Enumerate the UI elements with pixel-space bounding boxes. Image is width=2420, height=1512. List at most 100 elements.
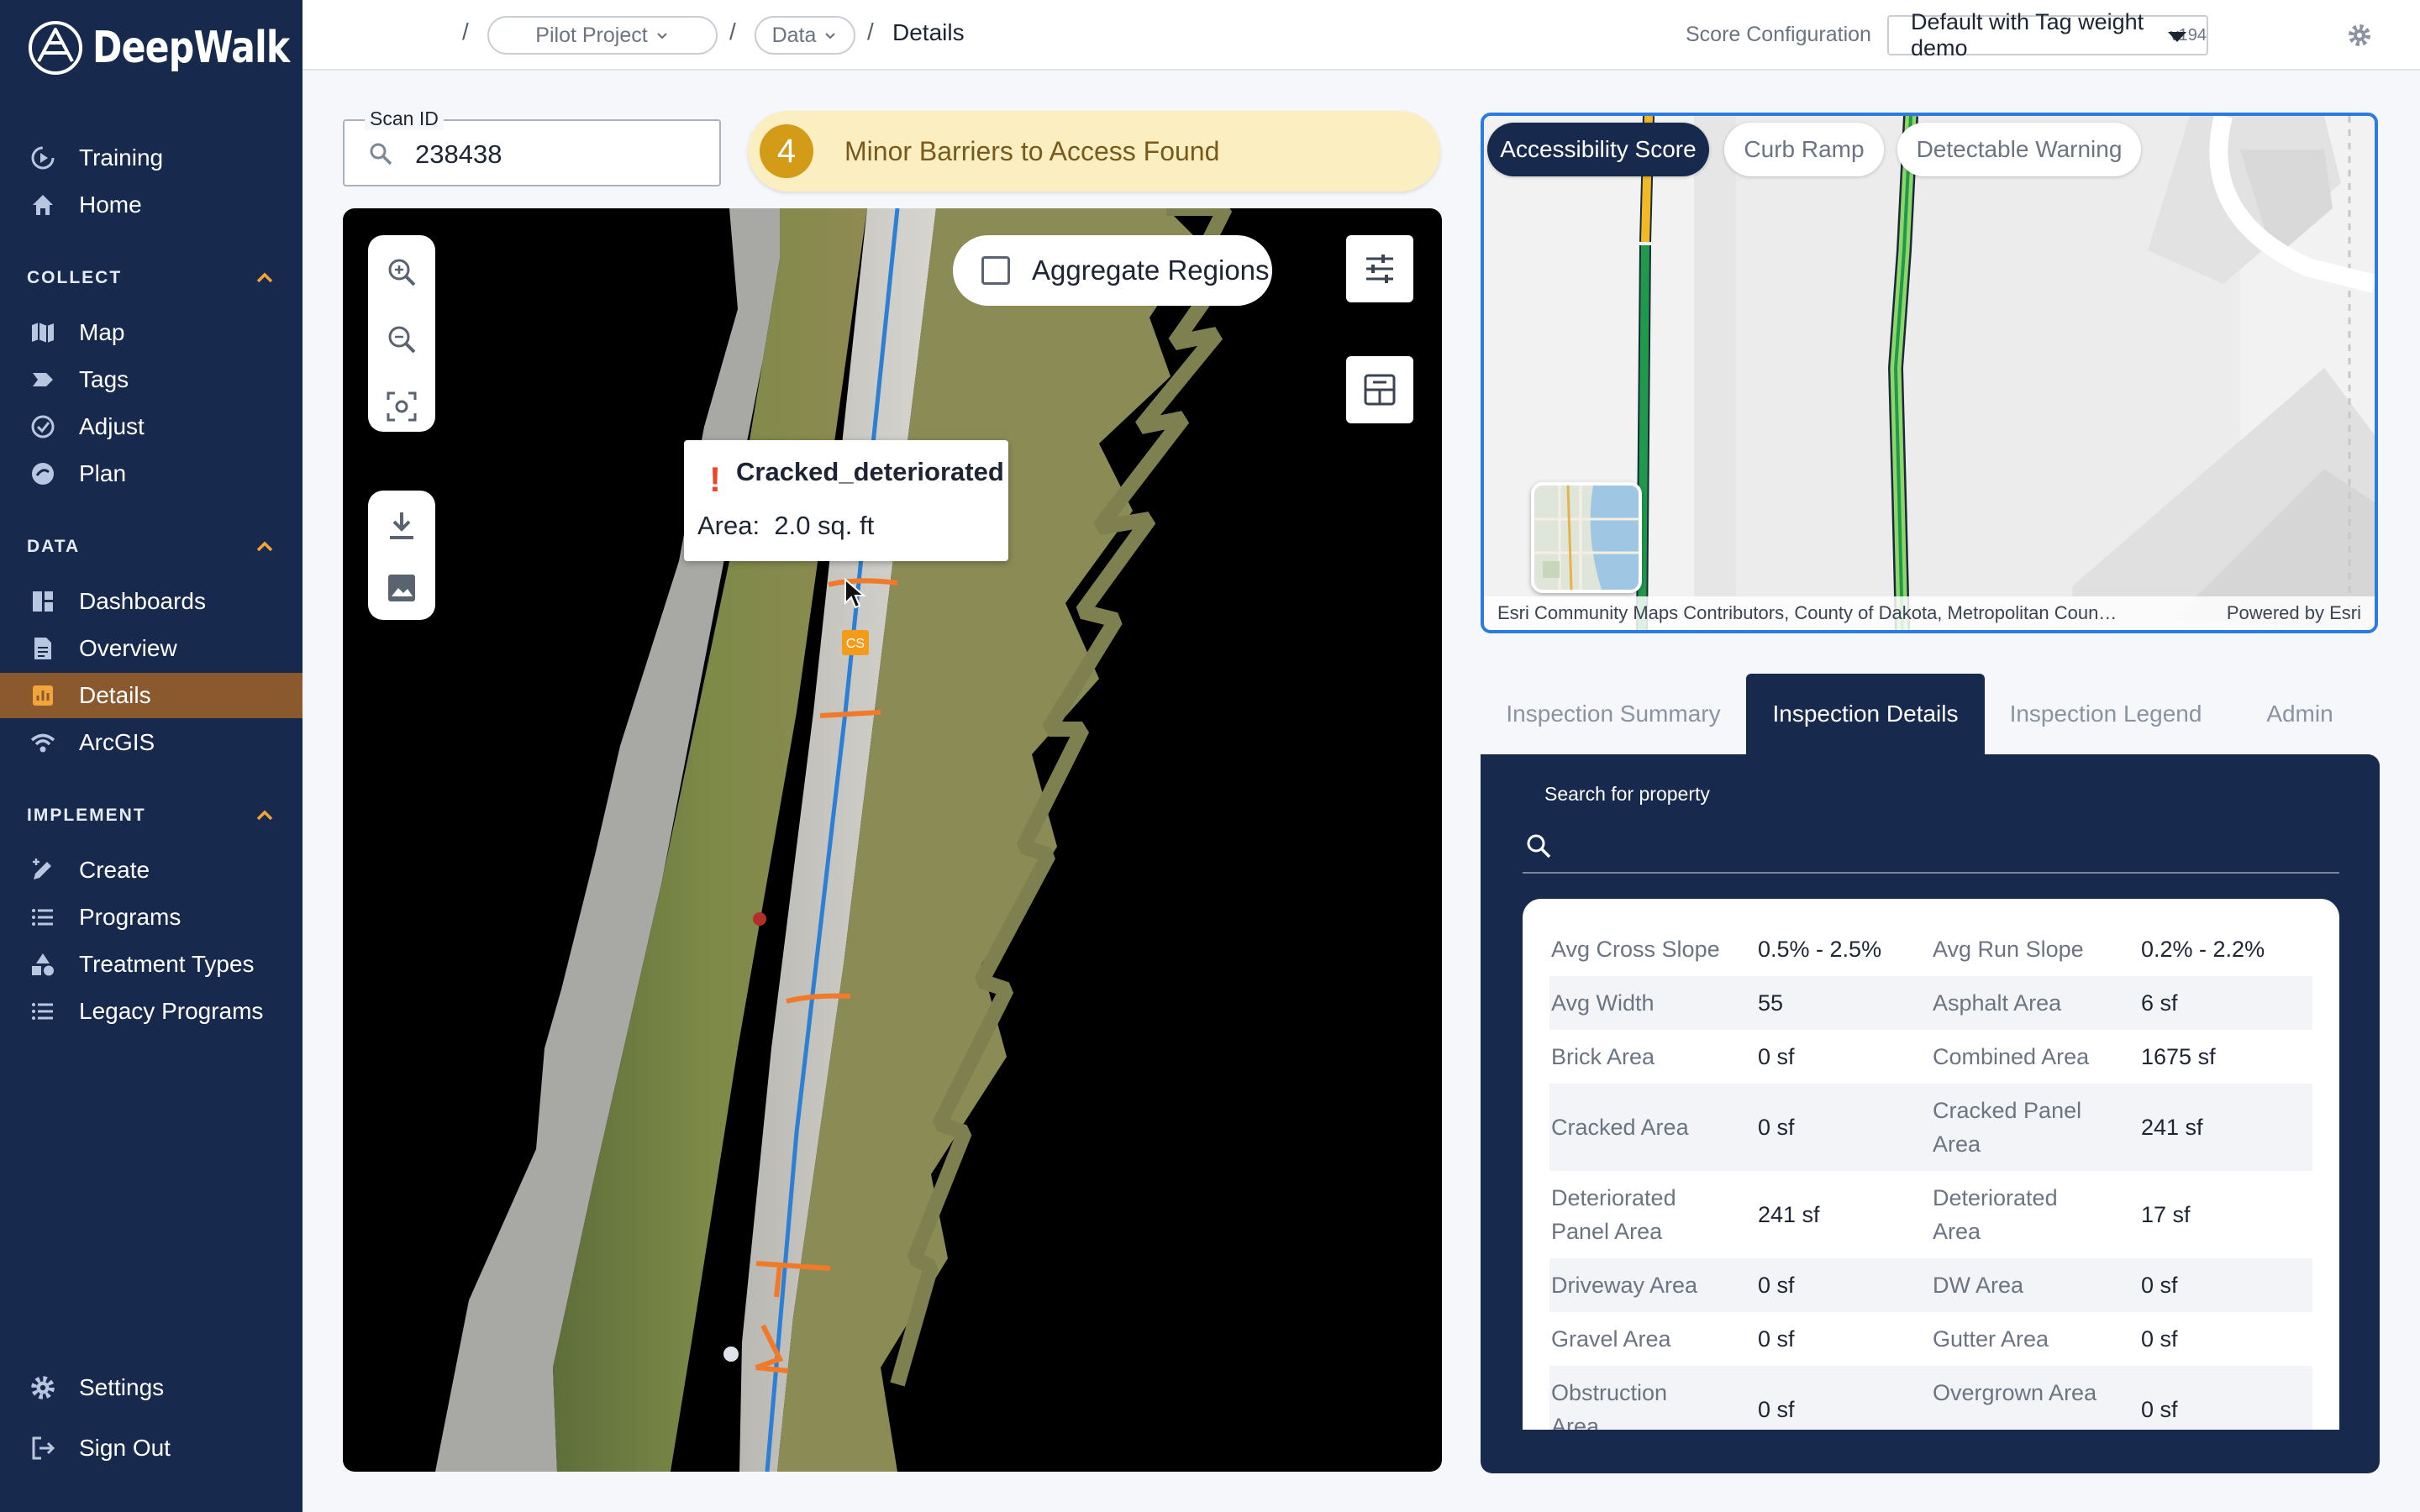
section-title: DATA	[27, 537, 81, 556]
powered-by-text[interactable]: Powered by Esri	[2227, 602, 2361, 624]
basemap-thumbnail-image	[1534, 486, 1639, 590]
sidebar-item-training[interactable]: Training	[0, 135, 302, 181]
tab-inspection-summary[interactable]: Inspection Summary	[1481, 674, 1746, 754]
section-title: COLLECT	[27, 268, 123, 287]
sidebar-item-treatment-types[interactable]: Treatment Types	[0, 942, 302, 987]
property-value: 0 sf	[1758, 1326, 1795, 1352]
zoom-in-icon[interactable]	[385, 255, 418, 289]
breadcrumb-separator: /	[729, 18, 736, 45]
breadcrumb-data-select[interactable]: Data	[755, 16, 855, 55]
table-row: Cracked Area 0 sf Cracked Panel Area 241…	[1549, 1084, 2312, 1171]
app-name: DeepWalk	[92, 23, 290, 73]
attribution-text: Esri Community Maps Contributors, County…	[1497, 602, 2118, 623]
sidebar-item-label: Dashboards	[79, 588, 206, 614]
map-layer-curb-ramp[interactable]: Curb Ramp	[1724, 123, 1884, 176]
map-icon	[27, 318, 59, 347]
score-config-label: Score Configuration	[1686, 23, 1871, 46]
sidebar-item-sign-out[interactable]: Sign Out	[0, 1425, 302, 1471]
basemap-thumbnail[interactable]	[1531, 482, 1642, 593]
breadcrumb-project-select[interactable]: Pilot Project	[487, 16, 718, 55]
aggregate-regions-label: Aggregate Regions	[1032, 255, 1270, 286]
sidebar-section-data[interactable]: DATA	[27, 534, 276, 559]
chevron-down-icon	[825, 33, 836, 39]
training-icon	[27, 144, 59, 172]
tab-inspection-details[interactable]: Inspection Details	[1746, 674, 1985, 754]
sidebar-item-create[interactable]: Create	[0, 848, 302, 893]
barrier-banner-text: Minor Barriers to Access Found	[844, 136, 1220, 166]
create-icon	[27, 856, 59, 885]
tab-label: Inspection Details	[1772, 701, 1959, 727]
sidebar-section-collect[interactable]: COLLECT	[27, 265, 276, 291]
sidebar-item-legacy-programs[interactable]: Legacy Programs	[0, 989, 302, 1034]
sidebar-item-home[interactable]: Home	[0, 182, 302, 228]
sidebar-item-dashboards[interactable]: Dashboards	[0, 579, 302, 624]
sidebar-section-implement[interactable]: IMPLEMENT	[27, 803, 276, 828]
search-icon	[370, 143, 392, 165]
tab-admin[interactable]: Admin	[2227, 674, 2373, 754]
app-logo[interactable]: DeepWalk	[27, 18, 333, 77]
sidebar-item-settings[interactable]: Settings	[0, 1365, 302, 1410]
sidebar-item-label: Tags	[79, 366, 129, 392]
sidebar-item-plan[interactable]: Plan	[0, 451, 302, 496]
table-row: Deteriorated Panel Area 241 sf Deteriora…	[1549, 1171, 2312, 1258]
property-key: Combined Area	[1933, 1044, 2090, 1069]
aggregate-regions-checkbox[interactable]	[981, 256, 1010, 285]
property-key: Avg Run Slope	[1933, 937, 2084, 962]
scan-id-label: Scan ID	[365, 108, 444, 130]
map-attribution: Esri Community Maps Contributors, County…	[1484, 596, 2375, 630]
scan-id-field[interactable]: Scan ID 238438	[343, 108, 721, 186]
details-icon	[27, 681, 59, 710]
aggregate-regions-toggle[interactable]: Aggregate Regions	[953, 235, 1272, 306]
property-value: 0 sf	[2141, 1397, 2178, 1422]
property-key: Deteriorated Area	[1933, 1185, 2058, 1244]
gear-icon	[27, 1373, 59, 1402]
property-table: Avg Cross Slope 0.5% - 2.5% Avg Run Slop…	[1523, 899, 2339, 1430]
sidebar-item-arcgis[interactable]: ArcGIS	[0, 720, 302, 765]
chevron-up-icon	[256, 810, 273, 821]
property-value: 1675 sf	[2141, 1044, 2216, 1069]
chevron-up-icon	[256, 272, 273, 283]
zoom-out-icon[interactable]	[385, 323, 418, 356]
sidebar-item-tags[interactable]: Tags	[0, 357, 302, 402]
fit-screen-icon[interactable]	[385, 390, 418, 423]
property-value: 241 sf	[2141, 1115, 2203, 1140]
barrier-count-badge: 4	[760, 124, 813, 178]
property-key: Deteriorated Panel Area	[1551, 1185, 1676, 1244]
property-value: 6 sf	[2141, 990, 2178, 1016]
sidebar-item-map[interactable]: Map	[0, 310, 302, 355]
tab-inspection-legend[interactable]: Inspection Legend	[1985, 674, 2227, 754]
score-config-select[interactable]: Default with Tag weight demo v194	[1887, 9, 2208, 60]
location-map[interactable]: Accessibility Score Curb Ramp Detectable…	[1481, 113, 2378, 633]
download-icon[interactable]	[385, 509, 418, 543]
breadcrumb-project-label: Pilot Project	[535, 23, 648, 47]
sidebar-item-programs[interactable]: Programs	[0, 895, 302, 940]
area-label: Area:	[697, 511, 760, 540]
map-layer-detectable-warning[interactable]: Detectable Warning	[1897, 123, 2141, 176]
tab-label: Inspection Summary	[1506, 701, 1721, 727]
sliders-icon	[1366, 255, 1393, 283]
barriers-banner: 4 Minor Barriers to Access Found	[748, 111, 1440, 192]
sidebar-item-label: Home	[79, 192, 142, 218]
settings-gear-icon[interactable]	[2346, 22, 2373, 49]
property-search-input[interactable]	[1565, 830, 2321, 864]
sidebar-item-details[interactable]: Details	[0, 673, 302, 718]
sidebar-item-adjust[interactable]: Adjust	[0, 404, 302, 449]
plan-icon	[27, 459, 59, 488]
top-bar: / Pilot Project / Data / Details Score C…	[302, 0, 2420, 71]
layout-toggle-button[interactable]	[1346, 356, 1413, 423]
sidebar-item-overview[interactable]: Overview	[0, 626, 302, 671]
image-icon[interactable]	[385, 571, 418, 605]
property-key: Cracked Panel Area	[1933, 1098, 2082, 1157]
list-icon	[27, 997, 59, 1026]
orthoimage-viewer[interactable]: CS Aggregate Regions ! Cracked_deteriora…	[343, 208, 1442, 1472]
sidebar: DeepWalk Training Home COLLECT Map Tags …	[0, 0, 302, 1512]
sidebar-item-label: Settings	[79, 1374, 165, 1400]
property-value: 0.5% - 2.5%	[1758, 937, 1882, 962]
map-layer-accessibility-score[interactable]: Accessibility Score	[1487, 123, 1709, 176]
sidebar-item-label: Legacy Programs	[79, 998, 264, 1024]
zoom-toolbar	[368, 235, 435, 432]
property-value: 0 sf	[2141, 1326, 2178, 1352]
scan-id-value: 238438	[415, 139, 502, 169]
property-value: 0 sf	[1758, 1115, 1795, 1140]
filter-settings-button[interactable]	[1346, 235, 1413, 302]
